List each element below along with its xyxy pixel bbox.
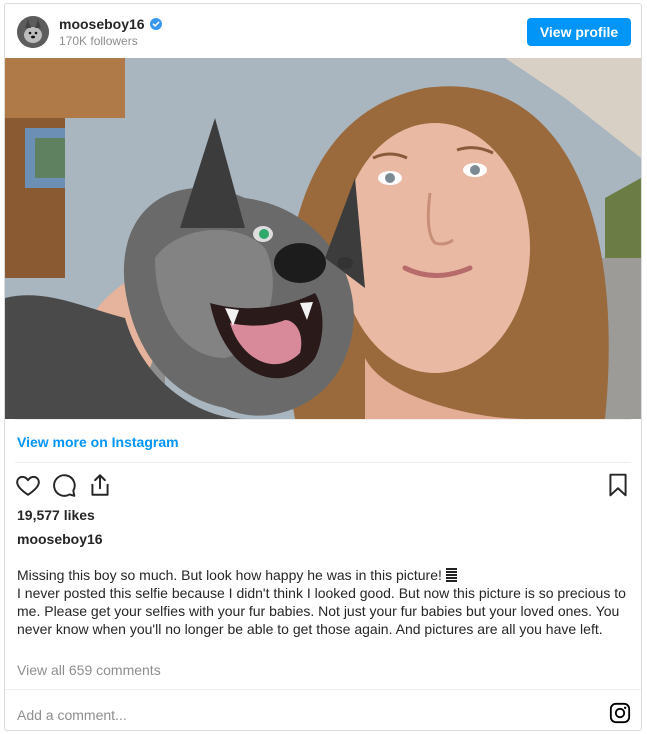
bookmark-icon[interactable] (605, 472, 631, 498)
post-header: mooseboy16 170K followers View profile (5, 4, 641, 58)
view-all-comments-link[interactable]: View all 659 comments (17, 662, 161, 678)
comment-bar: Add a comment... (5, 689, 641, 732)
view-profile-button[interactable]: View profile (527, 18, 631, 46)
add-comment-input[interactable]: Add a comment... (17, 707, 127, 723)
action-bar (15, 472, 631, 500)
followers-count: 170K followers (59, 34, 138, 48)
username-link[interactable]: mooseboy16 (59, 16, 145, 32)
view-more-link[interactable]: View more on Instagram (17, 434, 179, 450)
instagram-icon[interactable] (609, 702, 631, 724)
post-caption: Missing this boy so much. But look how h… (17, 566, 629, 638)
avatar-dog-image (17, 16, 49, 48)
username-row: mooseboy16 (59, 16, 162, 32)
heart-icon[interactable] (15, 472, 41, 498)
avatar[interactable] (17, 16, 49, 48)
photo-illustration (5, 58, 641, 419)
photo-divider (15, 419, 631, 420)
share-icon[interactable] (87, 472, 113, 498)
verified-badge-icon (149, 18, 162, 30)
caption-body: I never posted this selfie because I did… (17, 585, 626, 637)
post-photo[interactable] (5, 58, 641, 419)
likes-count[interactable]: 19,577 likes (17, 507, 95, 523)
comment-icon[interactable] (51, 472, 77, 498)
instagram-embed-card: mooseboy16 170K followers View profile V… (4, 3, 642, 731)
actions-divider (15, 462, 631, 463)
caption-first-line: Missing this boy so much. But look how h… (17, 567, 442, 583)
caption-username[interactable]: mooseboy16 (17, 531, 103, 547)
emoji-glyph (445, 568, 457, 582)
